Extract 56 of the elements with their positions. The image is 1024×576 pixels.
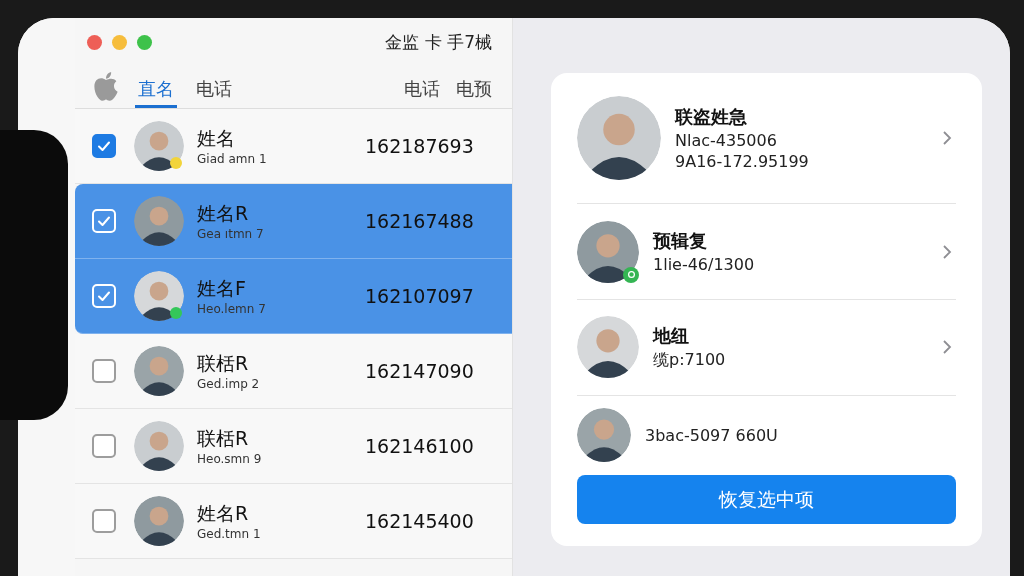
contact-subtitle: Heo.smn 9 [197,452,263,466]
avatar [134,121,184,171]
checkbox[interactable] [92,134,116,158]
contact-detail: Nlac-435006 [675,131,778,151]
contact-subtitle: Giad amn 1 [197,152,268,166]
checkbox[interactable] [92,359,116,383]
avatar [134,421,184,471]
contact-subtitle: Ged.tmn 1 [197,527,262,541]
avatar [577,408,631,463]
chevron-icon[interactable] [942,339,952,356]
chevron-icon[interactable] [942,243,952,260]
checkbox[interactable] [92,434,116,458]
close-button[interactable] [87,34,102,50]
contact-detail: 1lie-46/1300 [653,255,756,275]
contact-name: 姓名F [197,276,247,301]
contact-name: 姓名 [197,126,236,151]
phone-number: 162147090 [365,360,474,382]
avatar [134,271,184,321]
contact-name: 联盗姓急 [675,105,748,130]
contact-item[interactable]: 联盗姓急 Nlac-435006 9A16-172.95199 [577,73,956,205]
contact-row[interactable]: 姓名F Heo.lemn 7 162107097 [75,259,512,334]
phone-number: 162145400 [365,510,474,532]
avatar [577,316,639,379]
contact-name: 地纽 [653,323,690,348]
checkbox[interactable] [92,509,116,533]
avatar [134,196,184,246]
contact-detail: 缆p:7100 [653,349,727,371]
restore-button[interactable]: 恢复选中项 [577,475,956,524]
contact-subtitle: Gea ıtmn 7 [197,227,265,241]
contact-detail: 9A16-172.95199 [675,152,810,172]
contact-item[interactable]: 预辑复 1lie-46/1300 [577,204,956,300]
contact-detail: 3bac-5097 660U [645,425,779,445]
window-title: 金监 卡 手7械 [385,30,492,54]
contact-item[interactable]: 3bac-5097 660U [577,395,956,476]
column-header[interactable]: 电预 [456,77,492,108]
column-header[interactable]: 电话 [404,77,440,108]
avatar [134,496,184,546]
contact-name: 姓名R [197,201,250,226]
contact-subtitle: Heo.lemn 7 [197,302,267,316]
phone-number: 162146100 [365,435,474,457]
contact-subtitle: Ged.imp 2 [197,377,261,391]
avatar [134,346,184,396]
zoom-button[interactable] [137,34,152,50]
phone-number: 162187693 [365,135,474,157]
phone-number: 162167488 [365,210,474,232]
contact-name: 联栝R [197,426,250,451]
contact-name: 预辑复 [653,229,708,254]
contact-row[interactable]: 姓名R Gea ıtmn 7 162167488 [75,184,512,259]
contact-item[interactable]: 地纽 缆p:7100 [577,300,956,396]
contact-name: 联栝R [197,351,250,376]
apple-icon [93,71,119,102]
tab[interactable]: 电话 [193,77,235,108]
avatar [577,220,639,283]
contact-name: 姓名R [197,501,250,526]
phone-number: 162107097 [365,285,474,307]
chevron-icon[interactable] [942,130,952,147]
